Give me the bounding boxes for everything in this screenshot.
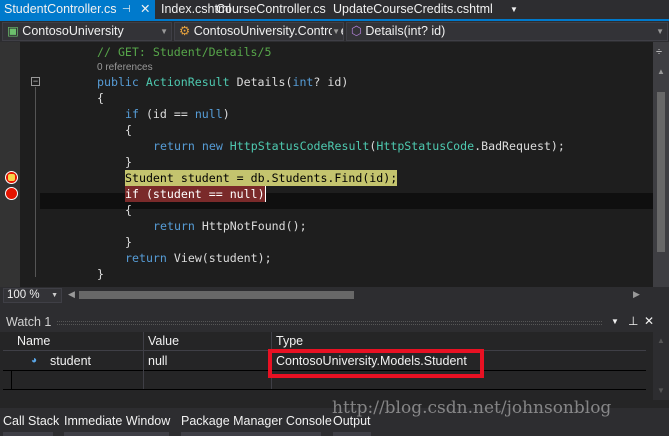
code-line: { [125,203,132,217]
highlight-box [268,349,484,378]
keyword: null [194,107,223,121]
keyword: return [125,251,174,265]
class-label: ContosoUniversity.Controllers.Stuc [193,24,343,38]
chevron-down-icon: ▼ [332,23,340,40]
watch-scrollbar[interactable]: ▲ ▼ [653,332,669,400]
watch-value[interactable]: null [148,352,167,370]
chevron-down-icon: ▼ [51,292,58,299]
type: HttpStatusCode [376,139,475,153]
project-dropdown[interactable]: ▣ ContosoUniversity ▼ [2,22,172,41]
text: (id == [138,107,195,121]
code-line: return new HttpStatusCodeResult(HttpStat… [153,138,565,154]
class-dropdown[interactable]: ⚙ ContosoUniversity.Controllers.Stuc▼ [174,22,344,41]
method-icon: ⬡ [351,24,366,38]
watermark: http://blog.csdn.net/johnsonblog [332,398,612,418]
text: HttpNotFound [201,219,286,233]
scroll-right-icon[interactable]: ▶ [633,289,640,300]
column-header-type[interactable]: Type [276,332,303,350]
chevron-down-icon: ▼ [656,27,664,36]
code-line: return View(student); [125,250,272,266]
close-icon[interactable]: ✕ [140,0,150,19]
zoom-value: 100 % [7,289,40,301]
tab-list-dropdown-icon[interactable]: ▼ [506,0,518,19]
column-header-name[interactable]: Name [17,332,50,350]
keyword: return [153,219,202,233]
keyword: public [97,75,146,89]
scroll-down-icon[interactable]: ▼ [657,386,665,395]
chevron-down-icon: ▼ [160,27,168,36]
outline-line [35,87,36,277]
scroll-up-icon[interactable]: ▲ [657,336,665,345]
horizontal-scrollbar-thumb[interactable] [79,291,354,299]
vertical-scrollbar[interactable]: ÷ ▲ [653,42,669,287]
close-icon[interactable]: ✕ [644,314,654,328]
text: Details( [229,75,293,89]
code-line: // GET: Student/Details/5 [97,45,272,59]
member-dropdown[interactable]: ⬡ Details(int? id) ▼ [346,22,668,41]
document-tabs: StudentController.cs ⊣ ✕ Index.cshtml Cour… [0,0,669,19]
text: .BadRequest); [474,139,565,153]
pin-icon[interactable]: ⊥ [628,314,638,328]
watch-title-bar: Watch 1 ▼ ⊥ ✕ [0,312,669,332]
tab-package-manager-console[interactable]: Package Manager Console [181,414,332,428]
type: HttpStatusCodeResult [229,139,370,153]
project-label: ContosoUniversity [22,24,124,38]
code-line: } [125,235,132,249]
code-line: if (id == null) [125,106,230,122]
title-grip [57,321,602,325]
navigation-bar: ▣ ContosoUniversity ▼ ⚙ ContosoUniversity… [0,21,669,42]
tab-student-controller[interactable]: StudentController.cs ⊣ ✕ [0,0,155,19]
class-icon: ⚙ [179,24,194,38]
keyword: new [201,139,230,153]
text: ) [222,107,230,121]
watch-title: Watch 1 [6,315,52,329]
text: (); [285,219,307,233]
member-label: Details(int? id) [365,24,446,38]
pin-icon[interactable]: ⊣ [122,0,131,19]
current-statement-line: Student student = db.Students.Find(id); [125,170,398,186]
watch-name[interactable]: student [50,352,91,370]
text: View(student); [173,251,272,265]
code-line: { [125,123,132,137]
type: ActionResult [145,75,230,89]
column-header-value[interactable]: Value [148,332,179,350]
code-line: return HttpNotFound(); [153,218,307,234]
text: ? id) [313,75,349,89]
zoom-dropdown[interactable]: 100 % ▼ [3,288,62,303]
tab-immediate-window[interactable]: Immediate Window [64,414,170,428]
window-menu-icon[interactable]: ▼ [611,317,619,326]
tab-call-stack[interactable]: Call Stack [3,414,59,428]
object-icon: ◕ [31,355,38,366]
scroll-up-icon[interactable]: ▲ [657,67,665,76]
collapse-icon[interactable]: − [31,77,40,86]
code-line: } [97,267,104,281]
split-icon[interactable]: ÷ [656,46,662,58]
editor-bottom-bar: 100 % ▼ ◀ ▶ [0,287,669,303]
breakpoint-icon[interactable] [5,187,18,200]
code-line: { [97,91,104,105]
code-line: public ActionResult Details(int? id) [97,74,348,90]
breakpoint-current-icon[interactable] [5,171,18,184]
breakpoint-line: if (student == null) [125,186,266,202]
breakpoint-margin[interactable] [0,42,20,287]
tab-update-course-credits[interactable]: UpdateCourseCredits.cshtml [329,0,493,19]
keyword: return [153,139,202,153]
tab-label: StudentController.cs [4,2,117,16]
scrollbar-thumb[interactable] [657,92,665,252]
project-icon: ▣ [7,24,23,38]
tab-course-controller[interactable]: CourseController.cs [212,0,326,19]
watch-panel: Watch 1 ▼ ⊥ ✕ Name Value Type ◕ student … [0,312,669,408]
code-line: } [125,155,132,169]
keyword: if [125,107,139,121]
keyword: int [292,75,314,89]
scroll-left-icon[interactable]: ◀ [68,289,75,300]
